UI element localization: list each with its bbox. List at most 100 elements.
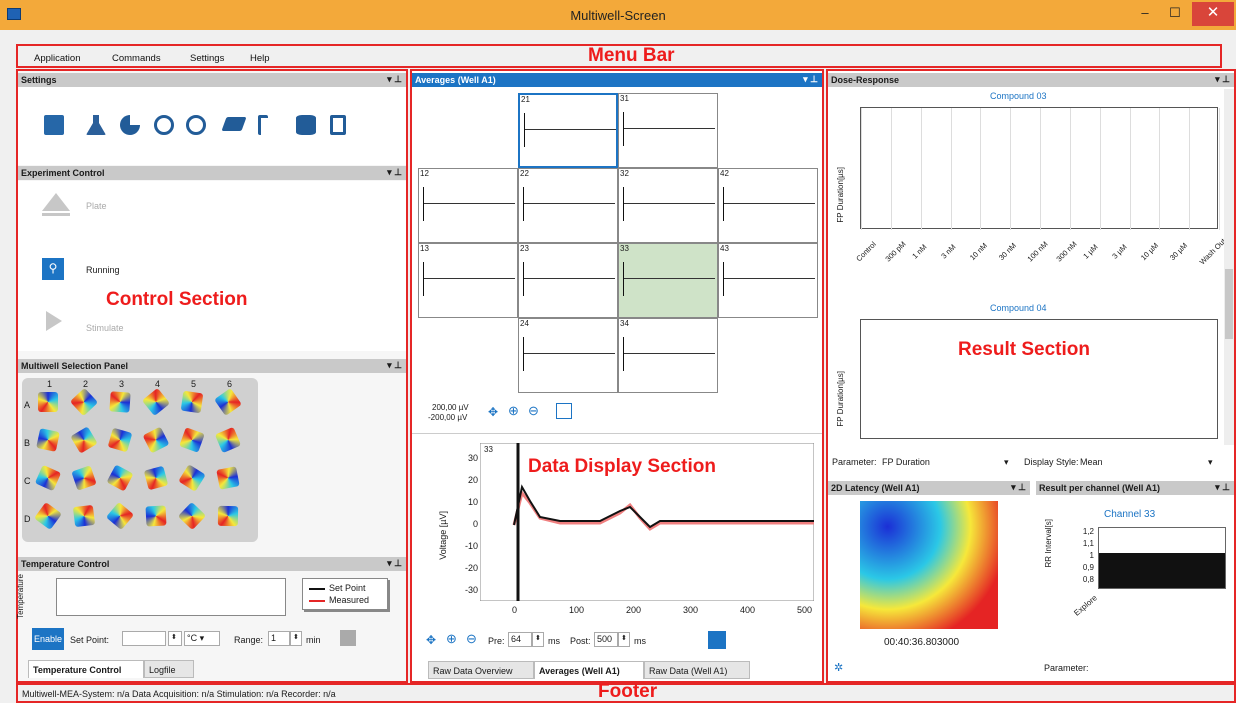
average-cell[interactable]: 33 — [618, 243, 718, 318]
cell-spike — [524, 113, 525, 147]
enable-button[interactable]: Enable — [32, 628, 64, 650]
well-B1[interactable] — [36, 428, 60, 452]
minimize-button[interactable]: – — [1130, 3, 1160, 25]
pin-icon[interactable]: ▾ ⊥ — [387, 74, 402, 85]
zoom-chart-icon[interactable] — [154, 115, 174, 135]
tab-temperature-control[interactable]: Temperature Control — [28, 660, 144, 678]
gridline — [1040, 108, 1041, 230]
well-A3[interactable] — [109, 391, 131, 413]
pan-icon[interactable]: ✥ — [488, 405, 498, 419]
average-cell[interactable]: 23 — [518, 243, 618, 318]
well-C6[interactable] — [216, 466, 240, 490]
row-label: D — [24, 514, 31, 524]
tab-raw-data-overview[interactable]: Raw Data Overview — [428, 661, 534, 679]
gridline — [890, 108, 892, 230]
average-cell[interactable]: 43 — [718, 243, 818, 318]
well-A1[interactable] — [38, 392, 58, 412]
post-input[interactable]: 500 — [594, 632, 618, 647]
display-style-select[interactable]: Mean — [1080, 457, 1103, 467]
pin-icon[interactable]: ▾ ⊥ — [387, 167, 402, 178]
zoom-out-icon[interactable]: ⊖ — [466, 631, 477, 647]
rr-tick-label: 1,2 — [1082, 527, 1094, 536]
dose-tick-label: 30 nM — [996, 240, 1018, 263]
dose-tick-label: 100 nM — [1025, 239, 1050, 264]
zoom-out-icon[interactable]: ⊖ — [528, 403, 539, 419]
col-label: 5 — [191, 379, 197, 389]
average-cell[interactable]: 21 — [518, 93, 618, 168]
average-cell[interactable]: 12 — [418, 168, 518, 243]
menu-settings[interactable]: Settings — [190, 53, 224, 64]
y-tick-label: -30 — [464, 585, 478, 595]
well-D4[interactable] — [145, 505, 167, 527]
post-label: Post: — [570, 636, 591, 646]
set-point-stepper[interactable]: ⬍ — [168, 631, 182, 646]
pin-icon[interactable]: ▾ ⊥ — [803, 74, 818, 85]
search-icon[interactable] — [186, 115, 206, 135]
fp-axis-label: FP Duration[µs] — [836, 167, 845, 223]
flask-icon[interactable] — [86, 115, 106, 135]
col-label: 1 — [47, 379, 53, 389]
set-point-input[interactable] — [122, 631, 166, 646]
temperature-body: Temperature Set Point Measured Enable Se… — [16, 572, 406, 680]
menu-bar-overlay-label: Menu Bar — [588, 45, 675, 66]
cell-trace — [723, 203, 815, 204]
scrollbar-thumb[interactable] — [1225, 269, 1233, 339]
range-input[interactable]: 1 — [268, 631, 290, 646]
menu-commands[interactable]: Commands — [112, 53, 161, 64]
pin-icon[interactable]: ▾ ⊥ — [1215, 482, 1230, 493]
zoom-in-icon[interactable]: ⊕ — [508, 403, 519, 419]
tab-logfile[interactable]: Logfile — [144, 660, 194, 678]
parameter-select[interactable]: FP Duration — [882, 457, 930, 467]
maximize-button[interactable]: ☐ — [1160, 3, 1190, 25]
stimulate-label: Stimulate — [86, 323, 124, 333]
average-cell[interactable]: 13 — [418, 243, 518, 318]
unit-select[interactable]: °C ▾ — [184, 631, 220, 646]
pin-icon[interactable]: ▾ ⊥ — [387, 558, 402, 569]
average-cell[interactable]: 24 — [518, 318, 618, 393]
style-chevron-icon[interactable]: ▾ — [1208, 457, 1213, 468]
range-stepper[interactable]: ⬍ — [290, 631, 302, 646]
database-icon[interactable] — [296, 115, 316, 135]
eraser-icon[interactable] — [221, 117, 247, 131]
apply-button[interactable] — [708, 631, 726, 649]
average-cell[interactable]: 42 — [718, 168, 818, 243]
well-A5[interactable] — [180, 390, 204, 414]
close-button[interactable]: ✕ — [1192, 2, 1234, 26]
average-cell[interactable]: 22 — [518, 168, 618, 243]
multiwell-panel-body: 1 2 3 4 5 6 A B C D — [18, 374, 406, 554]
average-cell[interactable]: 34 — [618, 318, 718, 393]
footer: Multiwell-MEA-System: n/a Data Acquisiti… — [16, 681, 1236, 703]
col-label: 4 — [155, 379, 161, 389]
fit-icon[interactable] — [556, 403, 572, 419]
gear-icon[interactable]: ✲ — [834, 661, 843, 674]
tab-raw-data[interactable]: Raw Data (Well A1) — [644, 661, 750, 679]
stimulate-icon[interactable] — [46, 311, 62, 331]
pan-icon[interactable]: ✥ — [426, 633, 436, 647]
apply-button[interactable] — [340, 630, 356, 646]
pin-icon[interactable]: ▾ ⊥ — [1011, 482, 1026, 493]
voltage-axis-label: Voltage [µV] — [438, 511, 448, 560]
post-stepper[interactable]: ⬍ — [618, 632, 630, 647]
book-icon[interactable] — [44, 115, 64, 135]
pin-icon[interactable]: ▾ ⊥ — [387, 360, 402, 371]
clipboard-icon[interactable] — [330, 115, 346, 135]
running-search-icon[interactable]: ⚲ — [42, 258, 64, 280]
well-D2[interactable] — [72, 504, 96, 528]
pie-icon[interactable] — [120, 115, 140, 135]
pulse-icon[interactable] — [258, 115, 268, 135]
zoom-in-icon[interactable]: ⊕ — [446, 631, 457, 647]
average-cell[interactable]: 32 — [618, 168, 718, 243]
scrollbar[interactable] — [1224, 89, 1234, 445]
average-cell[interactable]: 31 — [618, 93, 718, 168]
channel-label: 33 — [484, 445, 493, 454]
tab-averages[interactable]: Averages (Well A1) — [534, 661, 644, 679]
param-chevron-icon[interactable]: ▾ — [1004, 457, 1009, 468]
menu-application[interactable]: Application — [34, 53, 80, 64]
pre-input[interactable]: 64 — [508, 632, 532, 647]
pre-stepper[interactable]: ⬍ — [532, 632, 544, 647]
data-display-section: Averages (Well A1) ▾ ⊥ 21 31 12 22 32 42 13 23 33… — [410, 69, 824, 683]
menu-help[interactable]: Help — [250, 53, 270, 64]
pin-icon[interactable]: ▾ ⊥ — [1215, 74, 1230, 85]
eject-icon[interactable] — [42, 193, 70, 211]
well-D6[interactable] — [217, 505, 239, 527]
